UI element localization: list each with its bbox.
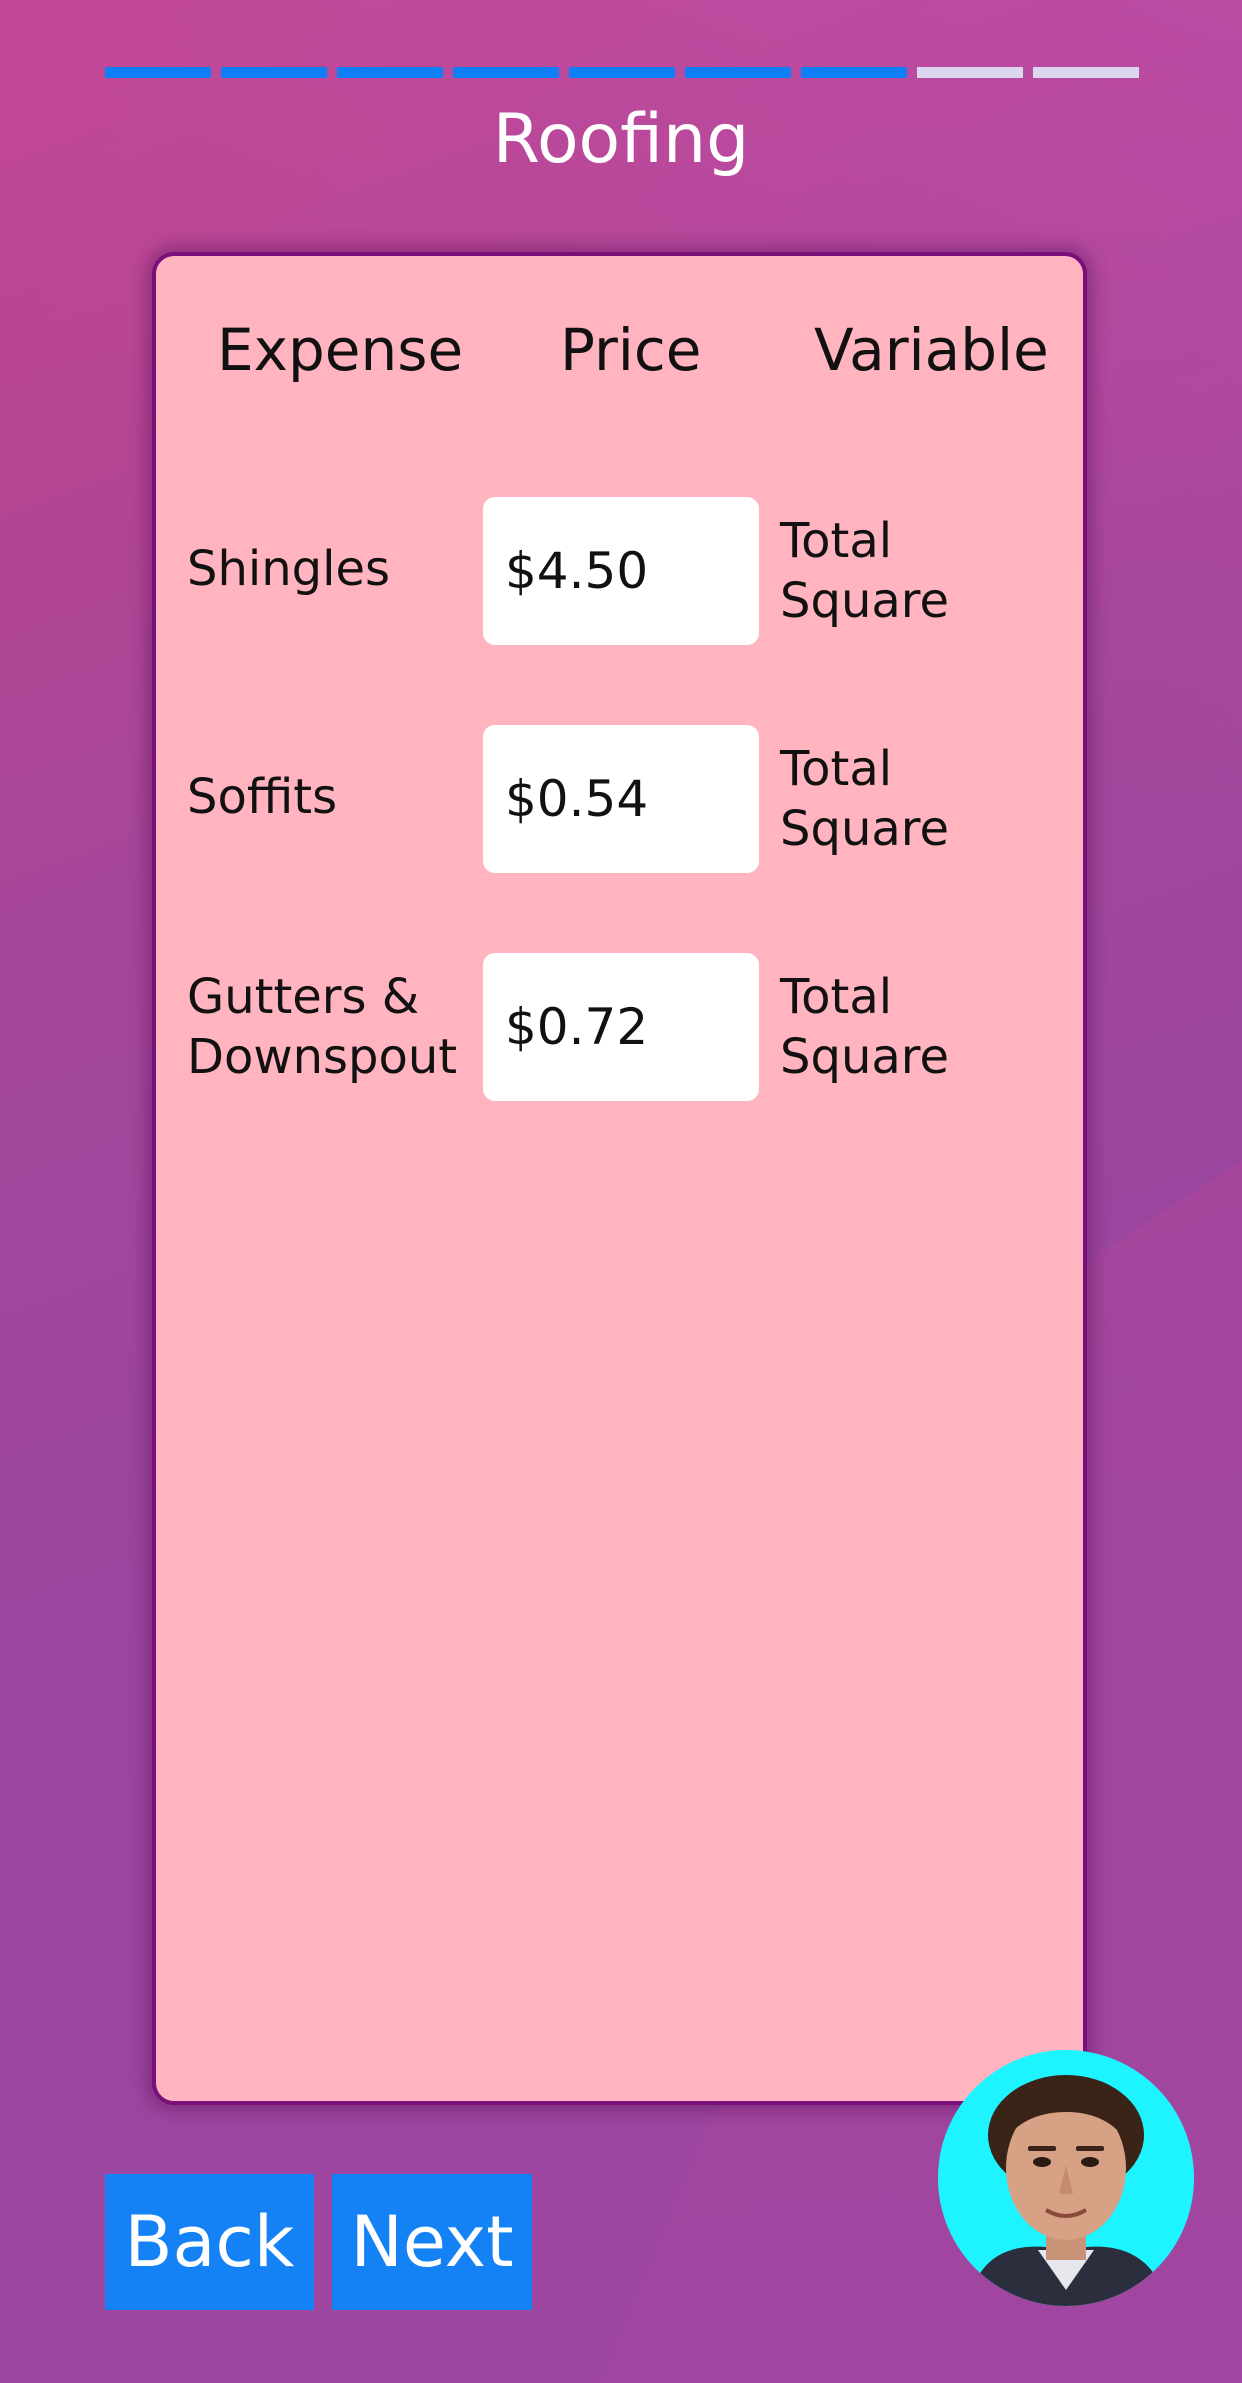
expense-column-header: Expense — [217, 316, 464, 384]
price-column-header: Price — [560, 316, 702, 384]
progress-segment — [105, 67, 211, 78]
progress-segment — [221, 67, 327, 78]
price-input-soffits[interactable]: $0.54 — [483, 725, 759, 873]
variable-label-shingles: Total Square — [780, 513, 949, 629]
expense-label-gutters: Gutters & Downspout — [187, 969, 458, 1085]
expense-label-soffits: Soffits — [187, 769, 338, 825]
variable-label-gutters: Total Square — [780, 969, 949, 1085]
progress-bar — [105, 67, 1139, 78]
user-avatar[interactable] — [938, 2050, 1194, 2306]
next-button[interactable]: Next — [332, 2174, 532, 2310]
price-input-gutters[interactable]: $0.72 — [483, 953, 759, 1101]
price-input-shingles[interactable]: $4.50 — [483, 497, 759, 645]
progress-segment — [917, 67, 1023, 78]
progress-segment — [685, 67, 791, 78]
progress-segment — [337, 67, 443, 78]
expense-label-shingles: Shingles — [187, 541, 390, 597]
user-avatar-icon — [938, 2050, 1194, 2306]
progress-segment — [1033, 67, 1139, 78]
back-button[interactable]: Back — [105, 2174, 314, 2310]
progress-segment — [801, 67, 907, 78]
variable-column-header: Variable — [814, 316, 1049, 384]
progress-segment — [569, 67, 675, 78]
page-title: Roofing — [492, 100, 750, 179]
variable-label-soffits: Total Square — [780, 741, 949, 857]
progress-segment — [453, 67, 559, 78]
